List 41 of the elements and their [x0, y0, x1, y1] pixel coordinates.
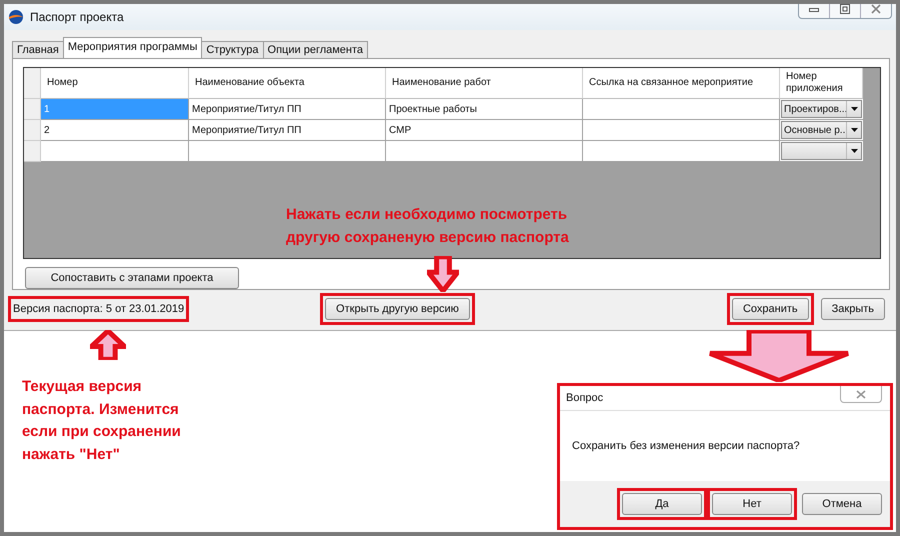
tab[interactable]: Опции регламента	[262, 41, 368, 58]
dialog-button[interactable]: Да	[622, 493, 702, 515]
up-arrow	[90, 330, 126, 360]
caret-icon	[850, 149, 858, 153]
app-logo-icon	[8, 9, 24, 25]
table-cell: Мероприятие/Титул ПП	[189, 99, 386, 120]
caret-icon	[850, 107, 858, 111]
compare-button[interactable]: Сопоставить с этапами проекта	[25, 267, 239, 289]
column-header[interactable]: Ссылка на связанное мероприятие	[583, 68, 780, 99]
annotation-text: Нажать если необходимо посмотреть другую сохраненую версию паспорта	[286, 205, 569, 248]
close-button[interactable]	[840, 386, 882, 403]
close-dialog-button[interactable]: Закрыть	[820, 298, 885, 320]
tab[interactable]: Структура	[201, 41, 264, 58]
minimize-icon	[809, 6, 819, 12]
appendix-dropdown[interactable]: Проектиров...	[781, 100, 862, 118]
open-version-button[interactable]: Открыть другую версию	[325, 298, 470, 320]
appendix-dropdown[interactable]	[781, 142, 862, 160]
dialog-button[interactable]: Отмена	[802, 493, 882, 515]
maximize-icon	[840, 4, 850, 14]
table-cell: Проектные работы	[386, 99, 583, 120]
table-cell: 2	[41, 120, 189, 141]
dialog-title: Вопрос	[566, 392, 604, 404]
close-icon	[856, 390, 866, 398]
table-cell: СМР	[386, 120, 583, 141]
column-header[interactable]: Номер приложения	[780, 68, 863, 99]
dialog-message: Сохранить без изменения версии паспорта?	[572, 440, 800, 452]
column-header[interactable]: Наименование работ	[386, 68, 583, 99]
annotation-text: Текущая версия паспорта. Изменится если при сохранении нажать "Нет"	[22, 377, 181, 464]
window-title: Паспорт проекта	[30, 10, 124, 24]
close-icon	[871, 4, 881, 14]
table-cell: Мероприятие/Титул ПП	[189, 120, 386, 141]
save-button[interactable]: Сохранить	[732, 298, 809, 320]
table-cell: 1	[41, 99, 189, 120]
column-header[interactable]: Наименование объекта	[189, 68, 386, 99]
tab[interactable]: Главная	[12, 41, 64, 58]
dialog-button[interactable]: Нет	[712, 493, 792, 515]
column-header[interactable]: Номер	[41, 68, 189, 99]
appendix-dropdown[interactable]: Основные р...	[781, 121, 862, 139]
version-label: Версия паспорта: 5 от 23.01.2019	[13, 302, 184, 316]
tab[interactable]: Мероприятия программы	[62, 37, 202, 58]
caret-icon	[850, 128, 858, 132]
